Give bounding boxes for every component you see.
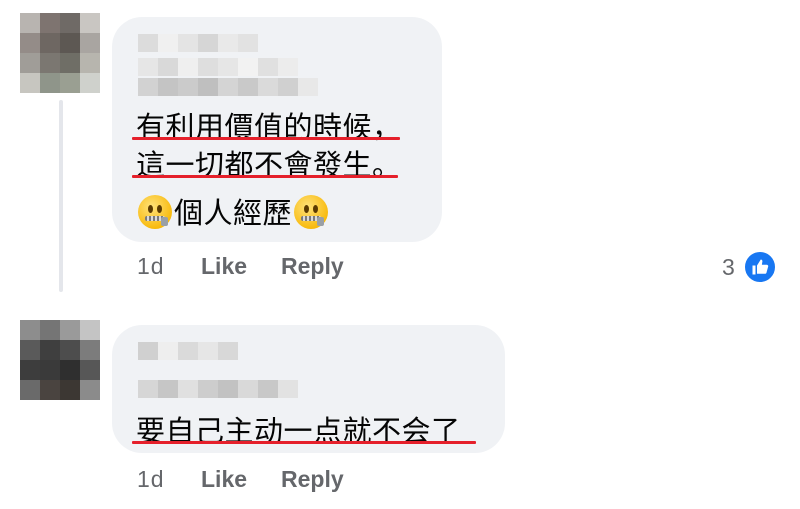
comment-timestamp[interactable]: 1d — [137, 466, 201, 493]
comment-timestamp[interactable]: 1d — [137, 253, 201, 280]
blurred-author-name — [138, 342, 238, 360]
reaction-summary[interactable]: 3 — [722, 250, 777, 284]
blurred-author-meta — [138, 380, 298, 398]
like-button[interactable]: Like — [201, 466, 247, 493]
zipper-mouth-face-icon — [138, 195, 172, 229]
comment-actions: 1d Like Reply — [137, 466, 378, 493]
blurred-author-name — [138, 34, 258, 52]
blurred-author-meta — [138, 58, 298, 76]
like-button[interactable]: Like — [201, 253, 247, 280]
red-underline — [132, 175, 398, 178]
red-underline — [132, 137, 400, 140]
zipper-mouth-face-icon — [294, 195, 329, 229]
blurred-author-meta — [138, 78, 318, 96]
thread-line — [59, 100, 63, 292]
comment-text-segment: 個人經歷 — [174, 198, 293, 230]
reply-button[interactable]: Reply — [281, 253, 344, 280]
avatar[interactable] — [20, 13, 100, 93]
avatar[interactable] — [20, 320, 100, 400]
red-underline — [132, 441, 476, 444]
reply-button[interactable]: Reply — [281, 466, 344, 493]
reaction-count: 3 — [722, 253, 735, 280]
thumbs-up-icon — [742, 250, 777, 284]
comment-text-line: 個人經歷 — [136, 190, 330, 232]
comment-actions: 1d Like Reply — [137, 253, 378, 280]
